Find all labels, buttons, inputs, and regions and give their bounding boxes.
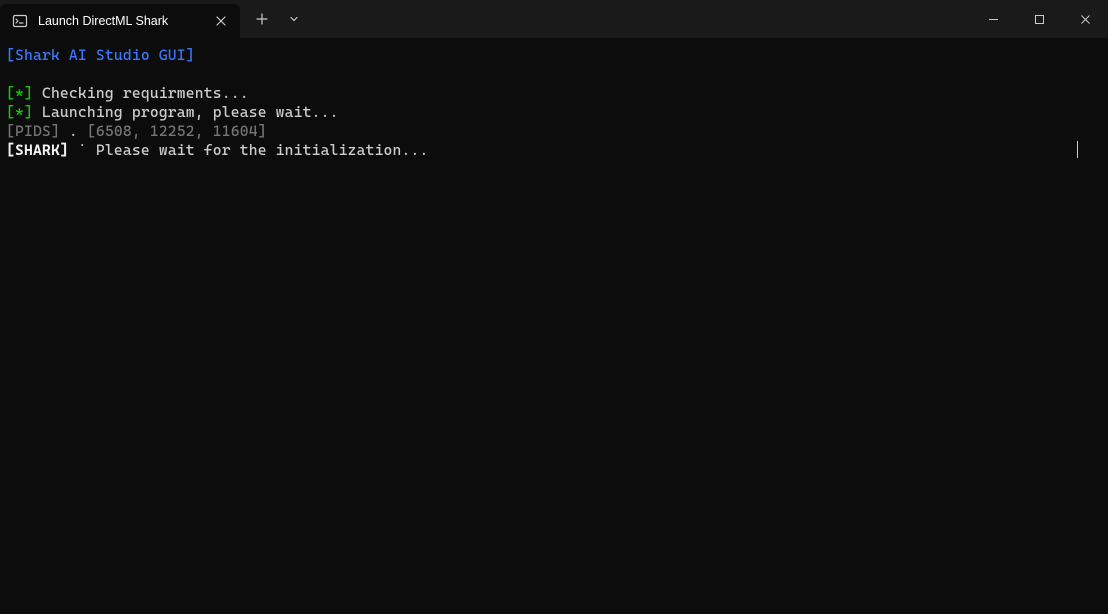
status-text: Launching program, please wait... <box>33 103 339 121</box>
shark-label: [SHARK] <box>6 141 69 159</box>
shark-text: Please wait for the initialization... <box>96 141 429 159</box>
status-prefix: [*] <box>6 103 33 121</box>
chevron-down-icon <box>289 14 299 24</box>
pids-label: [PIDS] <box>6 122 60 140</box>
status-prefix: [*] <box>6 84 33 102</box>
maximize-button[interactable] <box>1016 0 1062 38</box>
close-icon <box>1080 14 1091 25</box>
plus-icon <box>256 13 268 25</box>
text-cursor <box>1077 141 1079 158</box>
terminal-tab[interactable]: Launch DirectML Shark <box>0 4 240 38</box>
close-window-button[interactable] <box>1062 0 1108 38</box>
close-icon <box>215 15 227 27</box>
pids-sep: . <box>60 122 87 140</box>
new-tab-button[interactable] <box>246 4 278 34</box>
minimize-icon <box>988 14 999 25</box>
minimize-button[interactable] <box>970 0 1016 38</box>
window-controls <box>970 0 1108 38</box>
terminal-output[interactable]: [Shark AI Studio GUI] [*] Checking requi… <box>0 38 1108 168</box>
close-tab-button[interactable] <box>212 12 230 30</box>
tab-dropdown-button[interactable] <box>278 4 310 34</box>
status-text: Checking requirments... <box>33 84 249 102</box>
shark-sep: ˙ <box>69 141 96 159</box>
maximize-icon <box>1034 14 1045 25</box>
titlebar-drag-area[interactable] <box>310 0 970 38</box>
app-header: [Shark AI Studio GUI] <box>6 46 195 64</box>
tab-title: Launch DirectML Shark <box>38 14 202 28</box>
pids-values: [6508, 12252, 11604] <box>87 122 267 140</box>
titlebar: Launch DirectML Shark <box>0 0 1108 38</box>
terminal-icon <box>12 13 28 29</box>
tab-actions <box>240 0 310 38</box>
